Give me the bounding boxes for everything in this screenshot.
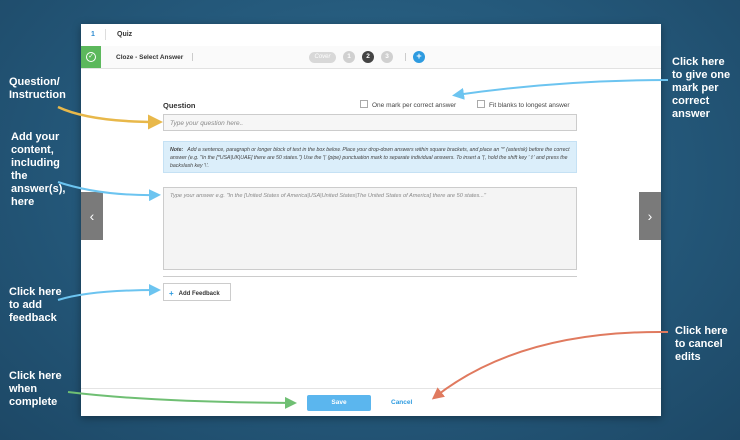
arrow-cancel xyxy=(431,330,669,400)
arrow-feedback xyxy=(57,284,161,301)
annotation-complete: Click here when complete xyxy=(9,370,62,408)
arrow-complete xyxy=(67,391,297,409)
annotation-cancel: Click here to cancel edits xyxy=(675,325,728,363)
annotation-feedback: Click here to add feedback xyxy=(9,286,62,324)
annotation-arrows xyxy=(57,79,669,409)
arrow-question xyxy=(57,105,163,130)
arrow-one-mark xyxy=(452,79,669,100)
annotation-content: Add your content, including the answer(s… xyxy=(11,131,66,208)
annotation-question: Question/ Instruction xyxy=(9,76,66,101)
arrow-content xyxy=(57,181,161,202)
annotation-one-mark: Click here to give one mark per correct … xyxy=(672,56,731,120)
